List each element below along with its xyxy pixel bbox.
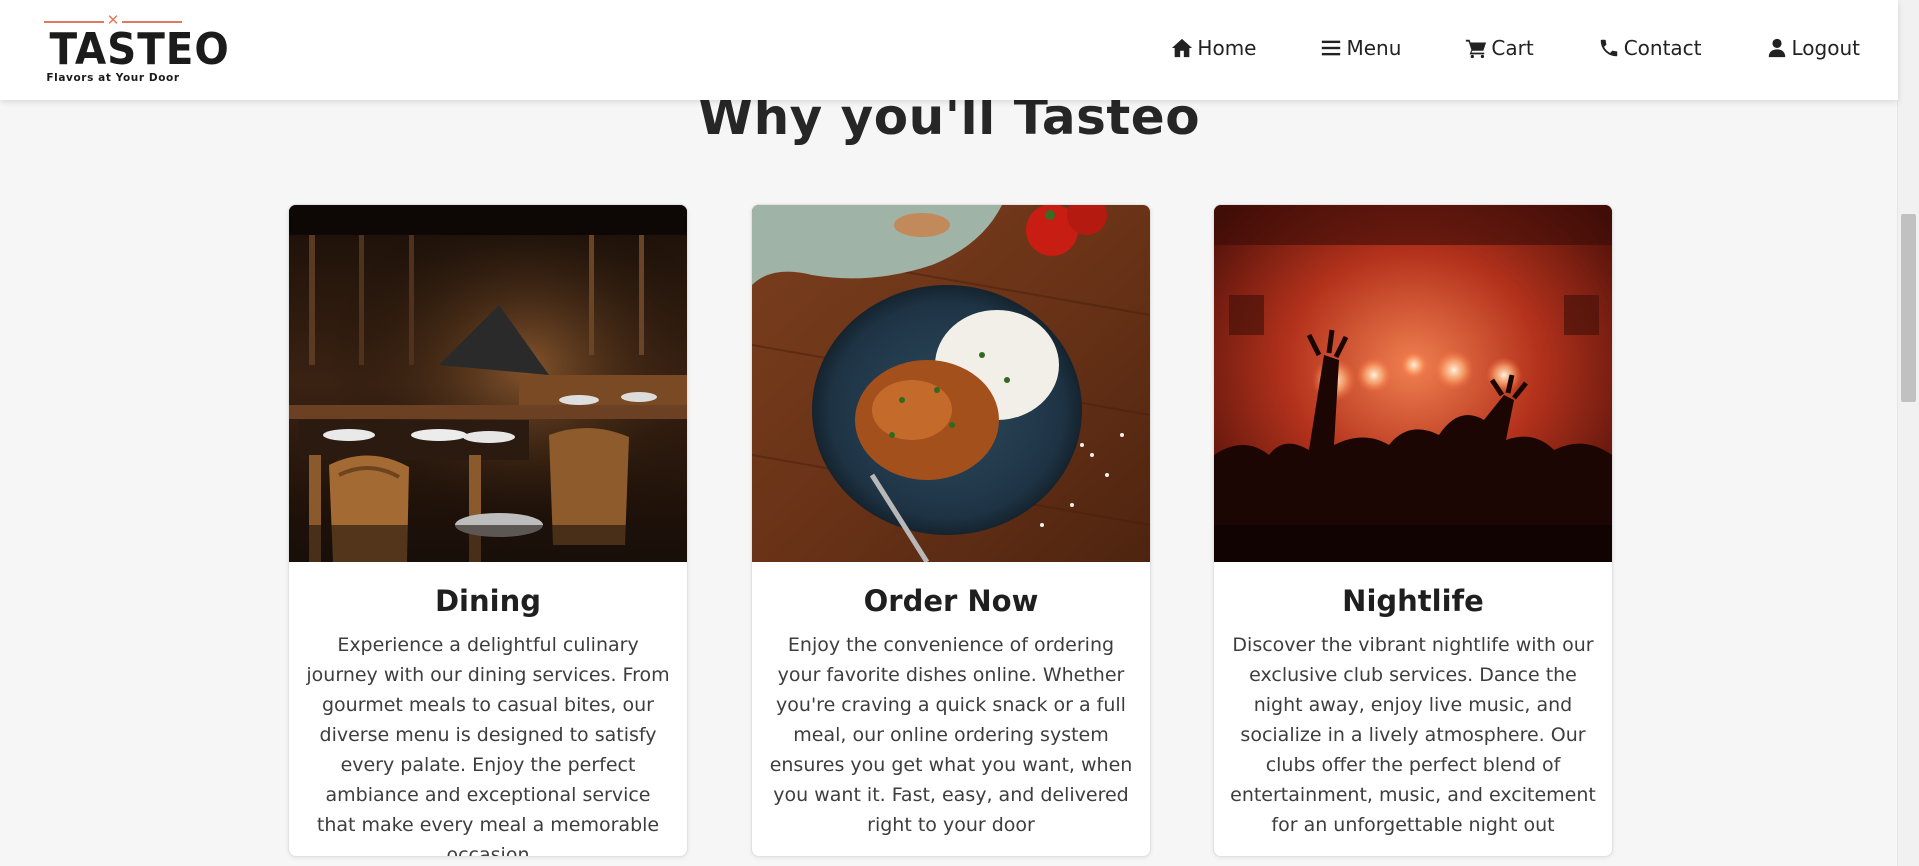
nightclub-crowd-photo — [1214, 205, 1612, 562]
logo-divider-right — [122, 21, 182, 23]
logo-wordmark: TASTEO — [49, 24, 230, 75]
logo-tagline: Flavors at Your Door — [46, 72, 180, 84]
curry-rice-plate-photo — [752, 205, 1150, 562]
card-dining[interactable]: Dining Experience a delightful culinary … — [288, 204, 688, 857]
nav-cart[interactable]: Cart — [1465, 36, 1534, 60]
logo-divider-left — [44, 21, 104, 23]
card-description: Enjoy the convenience of ordering your f… — [769, 634, 1133, 836]
phone-icon — [1598, 37, 1620, 59]
menu-bars-icon — [1320, 37, 1342, 59]
cart-icon — [1465, 37, 1487, 59]
card-description: Discover the vibrant nightlife with our … — [1230, 634, 1596, 836]
card-nightlife[interactable]: Nightlife Discover the vibrant nightlife… — [1213, 204, 1613, 857]
card-title: Order Now — [863, 584, 1039, 618]
card-title: Dining — [434, 584, 541, 618]
page-scrollbar[interactable] — [1897, 0, 1919, 866]
nav-home[interactable]: Home — [1171, 36, 1256, 60]
card-order-now[interactable]: Order Now Enjoy the convenience of order… — [751, 204, 1151, 857]
restaurant-dining-room-photo — [289, 205, 687, 562]
user-icon — [1766, 37, 1788, 59]
nav-home-label: Home — [1197, 36, 1257, 60]
card-description: Experience a delightful culinary journey… — [306, 634, 670, 857]
nav-logout-label: Logout — [1791, 36, 1860, 60]
nav-cart-label: Cart — [1491, 36, 1534, 60]
nav-contact-label: Contact — [1623, 36, 1702, 60]
nav-contact[interactable]: Contact — [1598, 36, 1702, 60]
site-header: ✕ TASTEO Flavors at Your Door Home Menu … — [0, 0, 1898, 100]
main-nav: Home Menu Cart Contact Logout — [1171, 36, 1860, 60]
nav-logout[interactable]: Logout — [1766, 36, 1860, 60]
brand-logo[interactable]: ✕ TASTEO Flavors at Your Door — [44, 11, 230, 86]
card-title: Nightlife — [1342, 584, 1484, 618]
scrollbar-thumb[interactable] — [1901, 214, 1916, 402]
home-icon — [1171, 37, 1193, 59]
nav-menu[interactable]: Menu — [1320, 36, 1401, 60]
nav-menu-label: Menu — [1346, 36, 1402, 60]
